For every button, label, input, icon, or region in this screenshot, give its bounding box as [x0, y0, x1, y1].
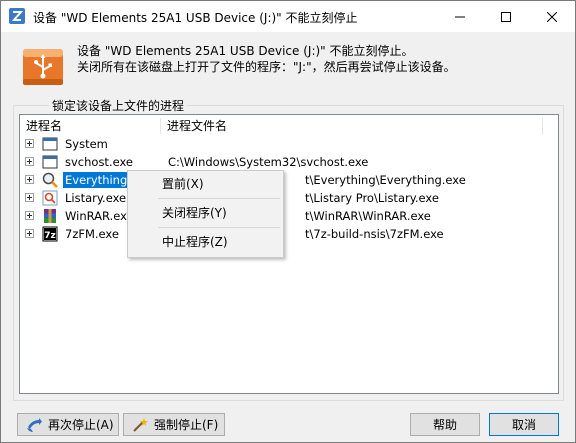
minimize-icon [455, 16, 465, 17]
process-path: t\Everything\Everything.exe [305, 173, 466, 187]
menu-separator [158, 198, 280, 199]
cancel-button[interactable]: 取消 [489, 413, 559, 436]
column-header-process-file[interactable]: 进程文件名 [167, 116, 227, 136]
window-title: 设备 "WD Elements 25A1 USB Device (J:)" 不能… [33, 11, 358, 25]
list-item[interactable]: Everything.e t\Everything\Everything.exe [20, 171, 558, 189]
close-icon [547, 11, 557, 22]
expand-plus-icon[interactable] [25, 175, 34, 184]
process-path: t\Listary Pro\Listary.exe [305, 191, 439, 205]
menu-separator [158, 227, 280, 228]
process-name: System [65, 137, 108, 151]
process-name: Listary.exe [65, 191, 127, 205]
title-bar[interactable]: 设备 "WD Elements 25A1 USB Device (J:)" 不能… [1, 1, 575, 32]
process-list[interactable]: 进程名 进程文件名 System svchost.exe C:\Windows\… [19, 114, 559, 394]
process-path: t\WinRAR\WinRAR.exe [305, 209, 431, 223]
group-label: 锁定该设备上文件的进程 [49, 97, 188, 114]
maximize-icon [501, 11, 511, 22]
list-item[interactable]: WinRAR.exe t\WinRAR\WinRAR.exe [20, 207, 558, 225]
process-name: WinRAR.exe [65, 209, 134, 223]
column-separator[interactable] [542, 118, 543, 134]
expand-plus-icon[interactable] [25, 139, 34, 148]
usb-drive-icon [23, 49, 63, 85]
magic-wand-icon [133, 417, 148, 432]
svg-text:7z: 7z [44, 231, 56, 241]
menu-item-close-program[interactable]: 关闭程序(Y) [128, 202, 283, 224]
list-item[interactable]: 7z 7zFM.exe t\7z-build-nsis\7zFM.exe [20, 225, 558, 243]
context-menu: 置前(X) 关闭程序(Y) 中止程序(Z) [127, 170, 284, 258]
column-separator[interactable] [160, 118, 161, 134]
dialog-window: 设备 "WD Elements 25A1 USB Device (J:)" 不能… [0, 0, 576, 443]
expand-plus-icon[interactable] [25, 193, 34, 202]
process-path: t\7z-build-nsis\7zFM.exe [305, 227, 444, 241]
window-icon [42, 137, 58, 151]
help-label: 帮助 [432, 418, 457, 432]
list-item[interactable]: svchost.exe C:\Windows\System32\svchost.… [20, 153, 558, 171]
list-item[interactable]: Listary.exe t\Listary Pro\Listary.exe [20, 189, 558, 207]
close-button[interactable] [529, 1, 575, 32]
everything-search-icon [42, 172, 58, 188]
expand-plus-icon[interactable] [25, 229, 34, 238]
expand-plus-icon[interactable] [25, 211, 34, 220]
winrar-icon [44, 209, 56, 223]
force-stop-button[interactable]: 强制停止(F) [123, 413, 225, 436]
app-z-icon [9, 8, 25, 24]
list-item[interactable]: System [20, 135, 558, 153]
window-icon [42, 155, 58, 169]
header-message-line2: 关闭所有在该磁盘上打开了文件的程序："J:"，然后再尝试停止该设备。 [77, 60, 456, 74]
retry-stop-label: 再次停止(A) [48, 418, 114, 432]
eject-icon [27, 417, 42, 432]
minimize-button[interactable] [437, 1, 483, 32]
process-path: C:\Windows\System32\svchost.exe [168, 155, 369, 169]
expand-plus-icon[interactable] [25, 157, 34, 166]
menu-item-terminate-program[interactable]: 中止程序(Z) [128, 231, 283, 253]
column-header-process-name[interactable]: 进程名 [26, 116, 62, 136]
7zip-icon: 7z [42, 226, 58, 242]
header-message-line1: 设备 "WD Elements 25A1 USB Device (J:)" 不能… [77, 44, 414, 58]
process-name: 7zFM.exe [65, 227, 119, 241]
retry-stop-button[interactable]: 再次停止(A) [17, 413, 119, 436]
help-button[interactable]: 帮助 [410, 413, 480, 436]
process-name: svchost.exe [65, 155, 134, 169]
cancel-label: 取消 [511, 418, 536, 432]
maximize-button[interactable] [483, 1, 529, 32]
menu-item-bring-to-front[interactable]: 置前(X) [128, 173, 283, 195]
listary-icon [42, 190, 58, 206]
force-stop-label: 强制停止(F) [154, 418, 219, 432]
